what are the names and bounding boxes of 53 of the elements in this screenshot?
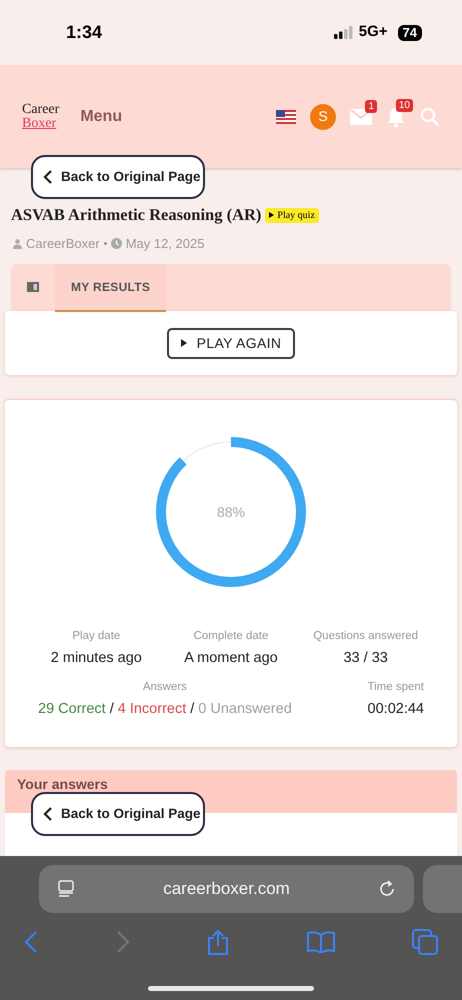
stat-label: Play date: [72, 629, 120, 644]
network-label: 5G+: [358, 22, 388, 42]
chevron-left-icon: [43, 170, 53, 184]
search-icon[interactable]: [420, 106, 440, 126]
back-button[interactable]: Back to Original Page: [31, 155, 205, 199]
play-icon: [180, 339, 187, 348]
tabs-icon[interactable]: [412, 929, 438, 955]
back-button[interactable]: Back to Original Page: [31, 792, 205, 836]
stat-label: Questions answered: [313, 629, 418, 644]
clock: 1:34: [66, 21, 102, 44]
stat-label: Answers: [142, 680, 187, 696]
tab[interactable]: MY RESULTS: [55, 264, 166, 312]
stat-value: 33 / 33: [343, 648, 388, 668]
address-bar[interactable]: careerboxer.com: [39, 865, 414, 913]
share-icon[interactable]: [207, 929, 229, 955]
notification-badge: 10: [396, 98, 413, 112]
next-tab-preview[interactable]: [423, 865, 462, 913]
notification-badge: 1: [365, 100, 377, 112]
answer-count: 0 Unanswered: [198, 700, 292, 718]
back-icon[interactable]: [24, 931, 38, 953]
mail-icon[interactable]: [350, 108, 372, 124]
stat-value: A moment ago: [184, 648, 278, 668]
forward-icon[interactable]: [116, 931, 130, 953]
quiz-title: ASVAB Arithmetic Reasoning (AR): [11, 204, 262, 226]
separator: /: [110, 700, 114, 718]
chevron-left-icon: [43, 807, 53, 821]
url-text: careerboxer.com: [162, 878, 291, 900]
reader-icon: [57, 880, 75, 898]
signal-icon: [334, 26, 353, 39]
logo-text: Boxer: [22, 116, 58, 130]
flag-icon[interactable]: [276, 110, 296, 124]
author-name: CareerBoxer: [26, 234, 100, 253]
logo-text: Career: [22, 102, 60, 116]
play-quiz-tag[interactable]: Play quiz: [265, 208, 319, 223]
clock-icon: [110, 238, 122, 249]
book-icon[interactable]: [306, 931, 334, 953]
battery-indicator: 74: [398, 24, 422, 40]
stat-value: 2 minutes ago: [50, 648, 142, 668]
play-icon: [269, 212, 274, 218]
person-icon: [13, 238, 22, 248]
stat-label: Complete date: [194, 629, 268, 644]
play-again-button[interactable]: PLAY AGAIN: [166, 328, 296, 359]
book-icon: [27, 282, 39, 292]
stat-value: 00:02:44: [368, 700, 424, 718]
section-title: Your answers: [17, 776, 108, 792]
answer-count: 29 Correct: [38, 700, 106, 718]
separator: /: [190, 700, 194, 718]
score-percent: 88%: [216, 502, 246, 522]
stat-label: Time spent: [368, 680, 424, 696]
menu-button[interactable]: Menu: [80, 104, 122, 128]
answer-count: 4 Incorrect: [118, 700, 186, 718]
reload-icon[interactable]: [378, 880, 396, 898]
publish-date: May 12, 2025: [126, 234, 204, 253]
